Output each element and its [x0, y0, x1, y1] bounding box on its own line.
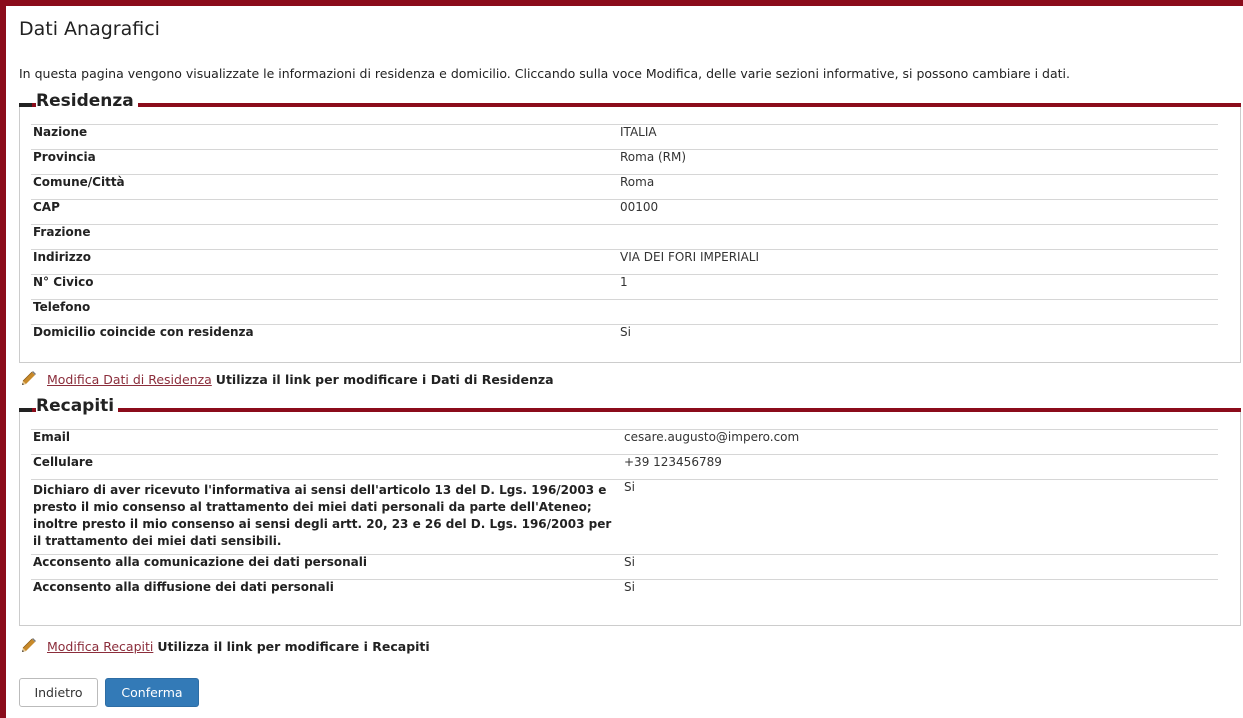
field-value: cesare.augusto@impero.com: [622, 429, 1218, 455]
table-row: Email cesare.augusto@impero.com: [31, 429, 1218, 455]
top-border: [0, 0, 1243, 6]
recapiti-section: Recapiti Email cesare.augusto@impero.com…: [19, 396, 1241, 626]
field-value: Si: [618, 324, 1218, 350]
page-title: Dati Anagrafici: [19, 18, 160, 40]
table-row: Provincia Roma (RM): [31, 149, 1218, 175]
recapiti-edit-note: Utilizza il link per modificare i Recapi…: [157, 639, 430, 654]
field-value: Roma: [618, 174, 1218, 200]
table-row: CAP 00100: [31, 199, 1218, 225]
table-row: Acconsento alla comunicazione dei dati p…: [31, 554, 1218, 580]
field-value: VIA DEI FORI IMPERIALI: [618, 249, 1218, 275]
field-value: [618, 224, 1218, 250]
modifica-residenza-link[interactable]: Modifica Dati di Residenza: [47, 372, 212, 387]
back-button[interactable]: Indietro: [19, 678, 98, 707]
field-label: N° Civico: [31, 274, 618, 300]
field-label: CAP: [31, 199, 618, 225]
field-label: Email: [31, 429, 622, 455]
pencil-icon: [19, 370, 37, 391]
field-value: ITALIA: [618, 124, 1218, 150]
table-row: Cellulare +39 123456789: [31, 454, 1218, 480]
field-value: Roma (RM): [618, 149, 1218, 175]
field-value: Si: [622, 579, 1218, 605]
field-value: 1: [618, 274, 1218, 300]
field-label: Acconsento alla comunicazione dei dati p…: [31, 554, 622, 580]
left-border: [0, 0, 6, 718]
residenza-table: Nazione ITALIA Provincia Roma (RM) Comun…: [31, 124, 1218, 350]
field-value: Si: [622, 479, 1218, 555]
table-row: Dichiaro di aver ricevuto l'informativa …: [31, 479, 1218, 555]
modifica-recapiti-link[interactable]: Modifica Recapiti: [47, 639, 153, 654]
field-label: Provincia: [31, 149, 618, 175]
table-row: Acconsento alla diffusione dei dati pers…: [31, 579, 1218, 605]
intro-text: In questa pagina vengono visualizzate le…: [19, 66, 1070, 81]
field-value: 00100: [618, 199, 1218, 225]
field-label: Cellulare: [31, 454, 622, 480]
residenza-edit-note: Utilizza il link per modificare i Dati d…: [215, 372, 554, 387]
recapiti-table: Email cesare.augusto@impero.com Cellular…: [31, 429, 1218, 605]
table-row: Domicilio coincide con residenza Si: [31, 324, 1218, 350]
field-label: Acconsento alla diffusione dei dati pers…: [31, 579, 622, 605]
table-row: Comune/Città Roma: [31, 174, 1218, 200]
field-label: Comune/Città: [31, 174, 618, 200]
confirm-button[interactable]: Conferma: [105, 678, 199, 707]
field-value: +39 123456789: [622, 454, 1218, 480]
table-row: Indirizzo VIA DEI FORI IMPERIALI: [31, 249, 1218, 275]
table-row: N° Civico 1: [31, 274, 1218, 300]
field-label: Domicilio coincide con residenza: [31, 324, 618, 350]
residenza-box: Nazione ITALIA Provincia Roma (RM) Comun…: [19, 107, 1241, 363]
residenza-section: Residenza Nazione ITALIA Provincia Roma …: [19, 91, 1241, 363]
table-row: Frazione: [31, 224, 1218, 250]
field-label: Telefono: [31, 299, 618, 325]
recapiti-box: Email cesare.augusto@impero.com Cellular…: [19, 412, 1241, 626]
field-value: [618, 299, 1218, 325]
field-label: Indirizzo: [31, 249, 618, 275]
field-value: Si: [622, 554, 1218, 580]
table-row: Nazione ITALIA: [31, 124, 1218, 150]
field-label: Dichiaro di aver ricevuto l'informativa …: [31, 479, 622, 555]
field-label: Nazione: [31, 124, 618, 150]
table-row: Telefono: [31, 299, 1218, 325]
pencil-icon: [19, 637, 37, 658]
residenza-edit-row: Modifica Dati di Residenza Utilizza il l…: [19, 370, 554, 391]
field-label: Frazione: [31, 224, 618, 250]
recapiti-edit-row: Modifica Recapiti Utilizza il link per m…: [19, 637, 430, 658]
